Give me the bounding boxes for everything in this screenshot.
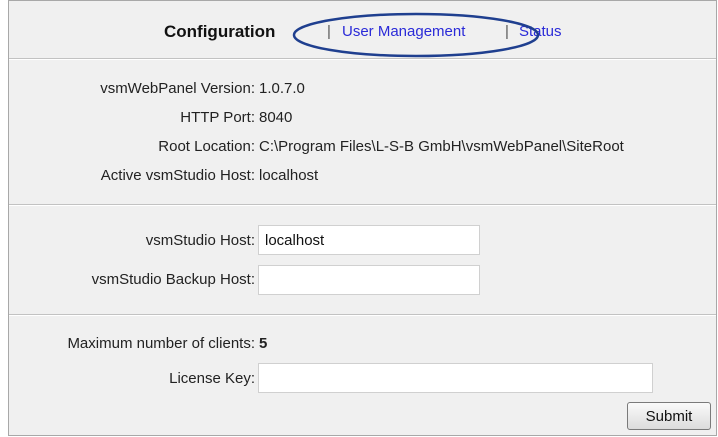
nav-separator: |: [505, 23, 509, 40]
config-panel: Configuration | User Management | Status…: [8, 0, 717, 436]
active-host-value: localhost: [259, 167, 319, 184]
root-location-value: C:\Program Files\L-S-B GmbH\vsmWebPanel\…: [259, 138, 624, 155]
http-port-value: 8040: [259, 109, 293, 126]
max-clients-value: 5: [259, 335, 268, 352]
backup-host-input[interactable]: [258, 265, 480, 295]
license-key-label: License Key:: [169, 370, 255, 387]
section-divider: [9, 58, 716, 60]
section-divider: [9, 314, 716, 316]
submit-button[interactable]: Submit: [627, 402, 711, 430]
version-value: 1.0.7.0: [259, 80, 305, 97]
nav-separator: |: [327, 23, 331, 40]
nav-link-status[interactable]: Status: [519, 23, 562, 40]
version-label: vsmWebPanel Version:: [100, 80, 255, 97]
max-clients-label: Maximum number of clients:: [67, 335, 255, 352]
license-key-input[interactable]: [258, 363, 653, 393]
backup-host-label: vsmStudio Backup Host:: [91, 271, 255, 288]
nav-link-user-management[interactable]: User Management: [342, 23, 465, 40]
nav-title-configuration: Configuration: [164, 22, 276, 41]
root-location-label: Root Location:: [158, 138, 255, 155]
studio-host-input[interactable]: [258, 225, 480, 255]
active-host-label: Active vsmStudio Host:: [100, 167, 255, 184]
section-divider: [9, 204, 716, 206]
http-port-label: HTTP Port:: [180, 109, 255, 126]
studio-host-label: vsmStudio Host:: [145, 232, 255, 249]
nav-bar: Configuration | User Management | Status: [9, 1, 716, 58]
